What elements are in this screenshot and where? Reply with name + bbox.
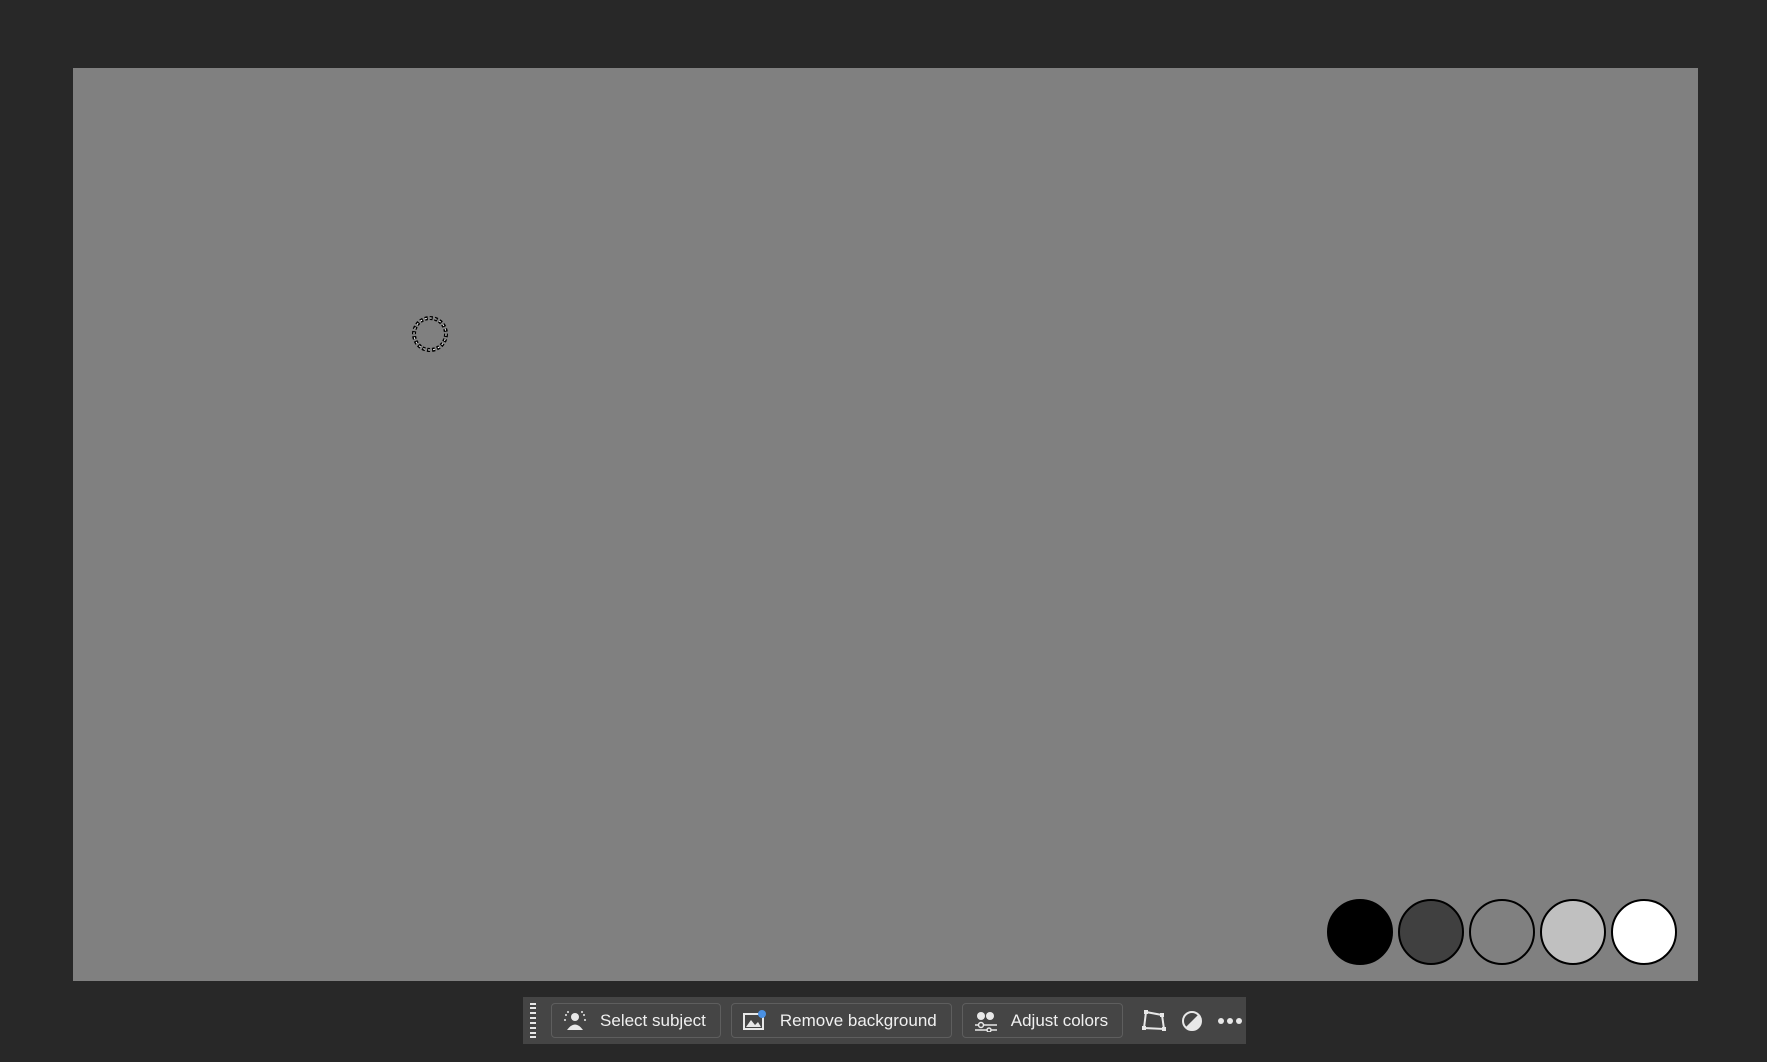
transform-button[interactable]	[1138, 1003, 1171, 1038]
adjust-colors-label: Adjust colors	[1010, 1010, 1109, 1030]
swatch-black[interactable]	[1327, 899, 1393, 965]
swatch-white[interactable]	[1611, 899, 1677, 965]
contextual-taskbar: Select subject Remove background Adjust …	[523, 997, 1246, 1044]
adjust-colors-button[interactable]: Adjust colors	[961, 1003, 1124, 1038]
swatch-dark-gray[interactable]	[1398, 899, 1464, 965]
select-subject-icon	[562, 1010, 588, 1032]
select-subject-button[interactable]: Select subject	[551, 1003, 721, 1038]
swatch-mid-gray[interactable]	[1469, 899, 1535, 965]
contrast-button[interactable]	[1176, 1003, 1209, 1038]
transform-icon	[1142, 1009, 1167, 1031]
canvas[interactable]	[73, 68, 1698, 981]
more-options-button[interactable]	[1213, 1003, 1246, 1038]
remove-background-label: Remove background	[779, 1010, 937, 1030]
adjust-colors-icon	[973, 1010, 999, 1032]
brush-cursor-icon	[412, 316, 448, 352]
remove-background-icon	[742, 1009, 768, 1032]
remove-background-button[interactable]: Remove background	[730, 1003, 952, 1038]
swatch-light-gray[interactable]	[1540, 899, 1606, 965]
drag-handle-icon[interactable]	[527, 1002, 539, 1039]
color-swatches	[1327, 899, 1677, 965]
workspace: Select subject Remove background Adjust …	[0, 0, 1767, 1062]
more-icon	[1217, 1017, 1242, 1024]
contrast-icon	[1182, 1010, 1203, 1031]
select-subject-label: Select subject	[600, 1010, 706, 1030]
